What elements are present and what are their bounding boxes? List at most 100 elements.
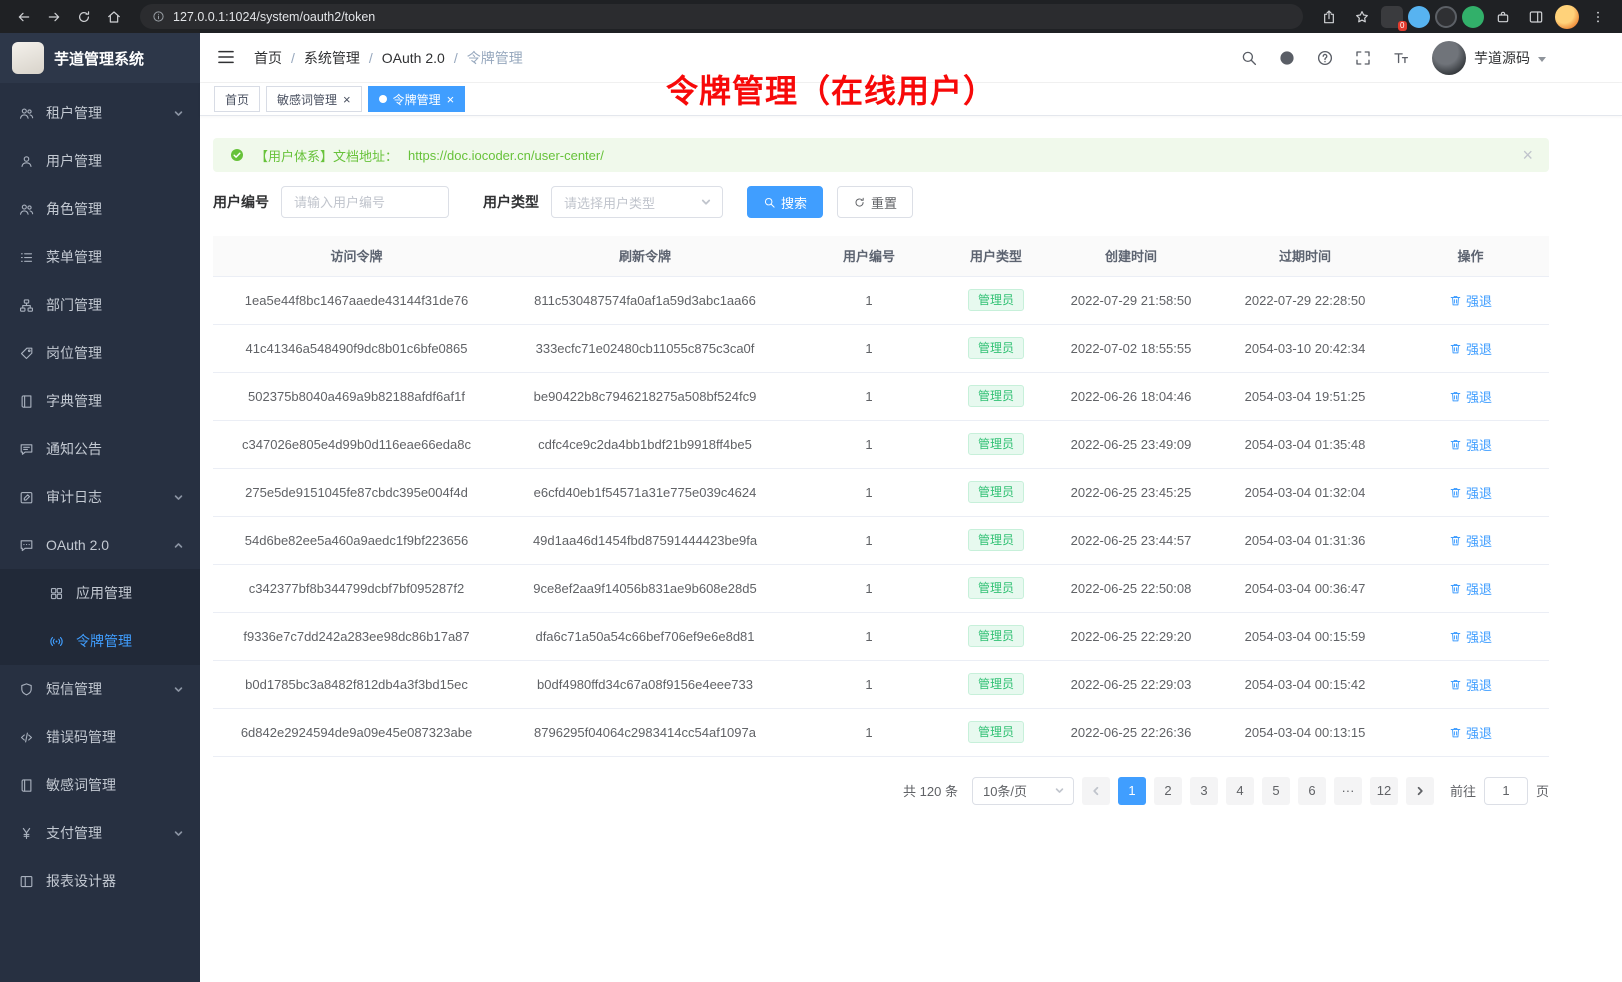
user-type-badge: 管理员 xyxy=(968,433,1024,455)
help-icon[interactable] xyxy=(1316,49,1334,67)
topbar-right: 芋道源码 xyxy=(1240,41,1546,75)
extension-icon-blue[interactable] xyxy=(1408,6,1430,28)
collapse-sidebar-button[interactable] xyxy=(216,47,238,69)
fullscreen-icon[interactable] xyxy=(1354,49,1372,67)
force-logout-button[interactable]: 强退 xyxy=(1449,291,1492,310)
sidebar-item-oauth[interactable]: OAuth 2.0 xyxy=(0,521,200,569)
force-logout-button[interactable]: 强退 xyxy=(1449,627,1492,646)
success-check-icon xyxy=(229,147,245,163)
page-button-6[interactable]: 6 xyxy=(1298,777,1326,805)
page-button-5[interactable]: 5 xyxy=(1262,777,1290,805)
page-button-1[interactable]: 1 xyxy=(1118,777,1146,805)
share-button[interactable] xyxy=(1315,3,1343,31)
user-type-select[interactable]: 请选择用户类型 xyxy=(551,186,723,218)
sidebar-item-tenant[interactable]: 租户管理 xyxy=(0,89,200,137)
user-id-input[interactable] xyxy=(281,186,449,218)
sidebar-item-dept[interactable]: 部门管理 xyxy=(0,281,200,329)
page-button-4[interactable]: 4 xyxy=(1226,777,1254,805)
page-button-12[interactable]: 12 xyxy=(1370,777,1398,805)
chevron-down-icon xyxy=(1054,785,1065,796)
search-button[interactable]: 搜索 xyxy=(747,186,823,218)
url-bar[interactable]: 127.0.0.1:1024/system/oauth2/token xyxy=(140,4,1303,29)
user-id-cell: 1 xyxy=(790,324,948,372)
sidebar-item-token[interactable]: 令牌管理 xyxy=(0,617,200,665)
browser-profile-avatar[interactable] xyxy=(1555,5,1579,29)
search-icon[interactable] xyxy=(1240,49,1258,67)
alert-close-icon[interactable]: × xyxy=(1522,146,1533,164)
expire-time-cell: 2054-03-10 20:42:34 xyxy=(1218,324,1392,372)
refresh-token-cell: 333ecfc71e02480cb11055c875c3ca0f xyxy=(500,324,790,372)
force-logout-button[interactable]: 强退 xyxy=(1449,531,1492,550)
goto-page-input[interactable] xyxy=(1484,777,1528,805)
page-size-select[interactable]: 10条/页 xyxy=(972,777,1074,805)
access-token-cell: b0d1785bc3a8482f812db4a3f3bd15ec xyxy=(213,660,500,708)
tab-sensitive-word[interactable]: 敏感词管理 × xyxy=(266,86,362,112)
sidebar-item-dict[interactable]: 字典管理 xyxy=(0,377,200,425)
browser-menu-button[interactable] xyxy=(1584,3,1612,31)
sidebar-item-label: 角色管理 xyxy=(46,199,184,219)
sidebar-item-post[interactable]: 岗位管理 xyxy=(0,329,200,377)
force-logout-button[interactable]: 强退 xyxy=(1449,339,1492,358)
prev-page-button[interactable] xyxy=(1082,777,1110,805)
user-id-cell: 1 xyxy=(790,612,948,660)
sidebar-item-audit-log[interactable]: 审计日志 xyxy=(0,473,200,521)
tab-label: 敏感词管理 xyxy=(277,91,337,108)
github-icon[interactable] xyxy=(1278,49,1296,67)
breadcrumb-oauth[interactable]: OAuth 2.0 xyxy=(382,50,445,66)
next-page-button[interactable] xyxy=(1406,777,1434,805)
extensions-button[interactable] xyxy=(1489,3,1517,31)
page-ellipsis[interactable]: ··· xyxy=(1334,777,1362,805)
home-button[interactable] xyxy=(100,3,128,31)
extension-icon-badged[interactable]: 0 xyxy=(1381,6,1403,28)
search-button-label: 搜索 xyxy=(781,193,807,212)
user-icon xyxy=(19,154,34,169)
url-text: 127.0.0.1:1024/system/oauth2/token xyxy=(173,10,375,24)
sidebar-item-user[interactable]: 用户管理 xyxy=(0,137,200,185)
forward-button[interactable] xyxy=(40,3,68,31)
sidebar-item-notice[interactable]: 通知公告 xyxy=(0,425,200,473)
trash-icon xyxy=(1449,678,1462,691)
close-icon[interactable]: × xyxy=(343,93,351,106)
back-button[interactable] xyxy=(10,3,38,31)
sidebar-item-payment[interactable]: 支付管理 xyxy=(0,809,200,857)
page-button-3[interactable]: 3 xyxy=(1190,777,1218,805)
breadcrumb-separator: / xyxy=(369,50,373,66)
force-logout-button[interactable]: 强退 xyxy=(1449,387,1492,406)
sidebar-item-sensitive-word[interactable]: 敏感词管理 xyxy=(0,761,200,809)
user-menu[interactable]: 芋道源码 xyxy=(1432,41,1546,75)
reset-button[interactable]: 重置 xyxy=(837,186,913,218)
tab-token[interactable]: 令牌管理 × xyxy=(368,86,466,112)
trash-icon xyxy=(1449,726,1462,739)
reload-button[interactable] xyxy=(70,3,98,31)
extension-icon-dark[interactable] xyxy=(1435,6,1457,28)
bookmark-button[interactable] xyxy=(1348,3,1376,31)
sidebar-item-sms[interactable]: 短信管理 xyxy=(0,665,200,713)
doc-alert: 【用户体系】文档地址： https://doc.iocoder.cn/user-… xyxy=(213,138,1549,172)
sidebar-item-app[interactable]: 应用管理 xyxy=(0,569,200,617)
breadcrumb-home[interactable]: 首页 xyxy=(254,48,282,68)
force-logout-label: 强退 xyxy=(1466,291,1492,310)
font-size-icon[interactable] xyxy=(1392,49,1410,67)
force-logout-label: 强退 xyxy=(1466,675,1492,694)
doc-link[interactable]: https://doc.iocoder.cn/user-center/ xyxy=(408,148,604,163)
tab-home[interactable]: 首页 xyxy=(214,86,260,112)
force-logout-button[interactable]: 强退 xyxy=(1449,675,1492,694)
force-logout-button[interactable]: 强退 xyxy=(1449,723,1492,742)
force-logout-button[interactable]: 强退 xyxy=(1449,579,1492,598)
app-logo-row[interactable]: 芋道管理系统 xyxy=(0,33,200,83)
force-logout-button[interactable]: 强退 xyxy=(1449,483,1492,502)
extension-icon-green[interactable] xyxy=(1462,6,1484,28)
page-button-2[interactable]: 2 xyxy=(1154,777,1182,805)
sidebar-item-role[interactable]: 角色管理 xyxy=(0,185,200,233)
side-panel-button[interactable] xyxy=(1522,3,1550,31)
access-token-cell: f9336e7c7dd242a283ee98dc86b17a87 xyxy=(213,612,500,660)
close-icon[interactable]: × xyxy=(447,93,455,106)
sidebar-item-error-code[interactable]: 错误码管理 xyxy=(0,713,200,761)
force-logout-button[interactable]: 强退 xyxy=(1449,435,1492,454)
sidebar-item-report-designer[interactable]: 报表设计器 xyxy=(0,857,200,905)
breadcrumb-system[interactable]: 系统管理 xyxy=(304,48,360,68)
sidebar-item-menu[interactable]: 菜单管理 xyxy=(0,233,200,281)
user-type-cell: 管理员 xyxy=(948,372,1044,420)
user-type-badge: 管理员 xyxy=(968,337,1024,359)
col-refresh-token: 刷新令牌 xyxy=(500,236,790,276)
